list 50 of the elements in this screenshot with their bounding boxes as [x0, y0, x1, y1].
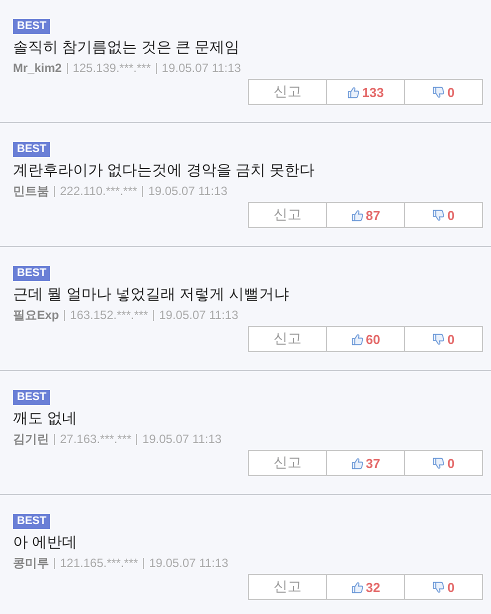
report-button[interactable]: 신고 [248, 202, 327, 228]
dislike-button[interactable]: 0 [404, 326, 483, 352]
best-badge: BEST [13, 390, 50, 405]
ip-address: 27.163.***.*** [60, 431, 132, 447]
comment-date: 19.05.07 11:13 [142, 431, 222, 447]
like-button[interactable]: 32 [326, 574, 405, 600]
thumbs-down-icon [432, 208, 446, 222]
ip-address: 163.152.***.*** [70, 307, 148, 323]
report-button[interactable]: 신고 [248, 450, 327, 476]
thumbs-down-icon [432, 332, 446, 346]
author-name: 콩미루 [13, 555, 49, 571]
thumbs-down-icon [432, 580, 446, 594]
dislike-button[interactable]: 0 [404, 202, 483, 228]
comment-date: 19.05.07 11:13 [149, 555, 228, 571]
thumbs-up-icon [350, 580, 364, 594]
author-name: 필요Exp [13, 307, 60, 323]
thumbs-up-icon [350, 208, 364, 222]
dislike-button[interactable]: 0 [404, 450, 483, 476]
thumbs-up-icon [350, 332, 364, 346]
dislike-button[interactable]: 0 [404, 79, 483, 105]
comment-text: 깨도 없네 [13, 409, 78, 429]
comment-text: 근데 뭘 얼마나 넣었길래 저렇게 시뻘거냐 [13, 285, 289, 305]
ip-address: 222.110.***.*** [60, 183, 138, 199]
best-badge: BEST [13, 142, 50, 157]
best-badge: BEST [13, 19, 50, 34]
comment-date: 19.05.07 11:13 [159, 307, 238, 323]
report-button[interactable]: 신고 [248, 326, 327, 352]
ip-address: 125.139.***.*** [72, 60, 151, 76]
author-name: 민트붐 [13, 183, 49, 199]
thumbs-down-icon [432, 456, 446, 470]
ip-address: 121.165.***.*** [60, 555, 138, 571]
author-name: Mr_kim2 [13, 60, 62, 76]
comment-date: 19.05.07 11:13 [148, 183, 228, 199]
thumbs-up-icon [350, 456, 364, 470]
comment-text: 계란후라이가 없다는것에 경악을 금치 못한다 [13, 161, 315, 181]
best-badge: BEST [13, 266, 50, 281]
best-badge: BEST [13, 514, 50, 529]
author-name: 김기린 [13, 431, 49, 447]
comment-text: 아 에반데 [13, 533, 78, 553]
like-button[interactable]: 37 [326, 450, 405, 476]
thumbs-up-icon [347, 86, 360, 98]
thumbs-down-icon [432, 86, 446, 98]
dislike-button[interactable]: 0 [404, 574, 483, 600]
like-button[interactable]: 60 [326, 326, 405, 352]
like-button[interactable]: 87 [326, 202, 405, 228]
report-button[interactable]: 신고 [248, 79, 327, 105]
report-button[interactable]: 신고 [248, 574, 327, 600]
comment-date: 19.05.07 11:13 [162, 60, 241, 76]
comment-text: 솔직히 참기름없는 것은 큰 문제임 [13, 38, 240, 58]
like-button[interactable]: 133 [326, 79, 405, 105]
